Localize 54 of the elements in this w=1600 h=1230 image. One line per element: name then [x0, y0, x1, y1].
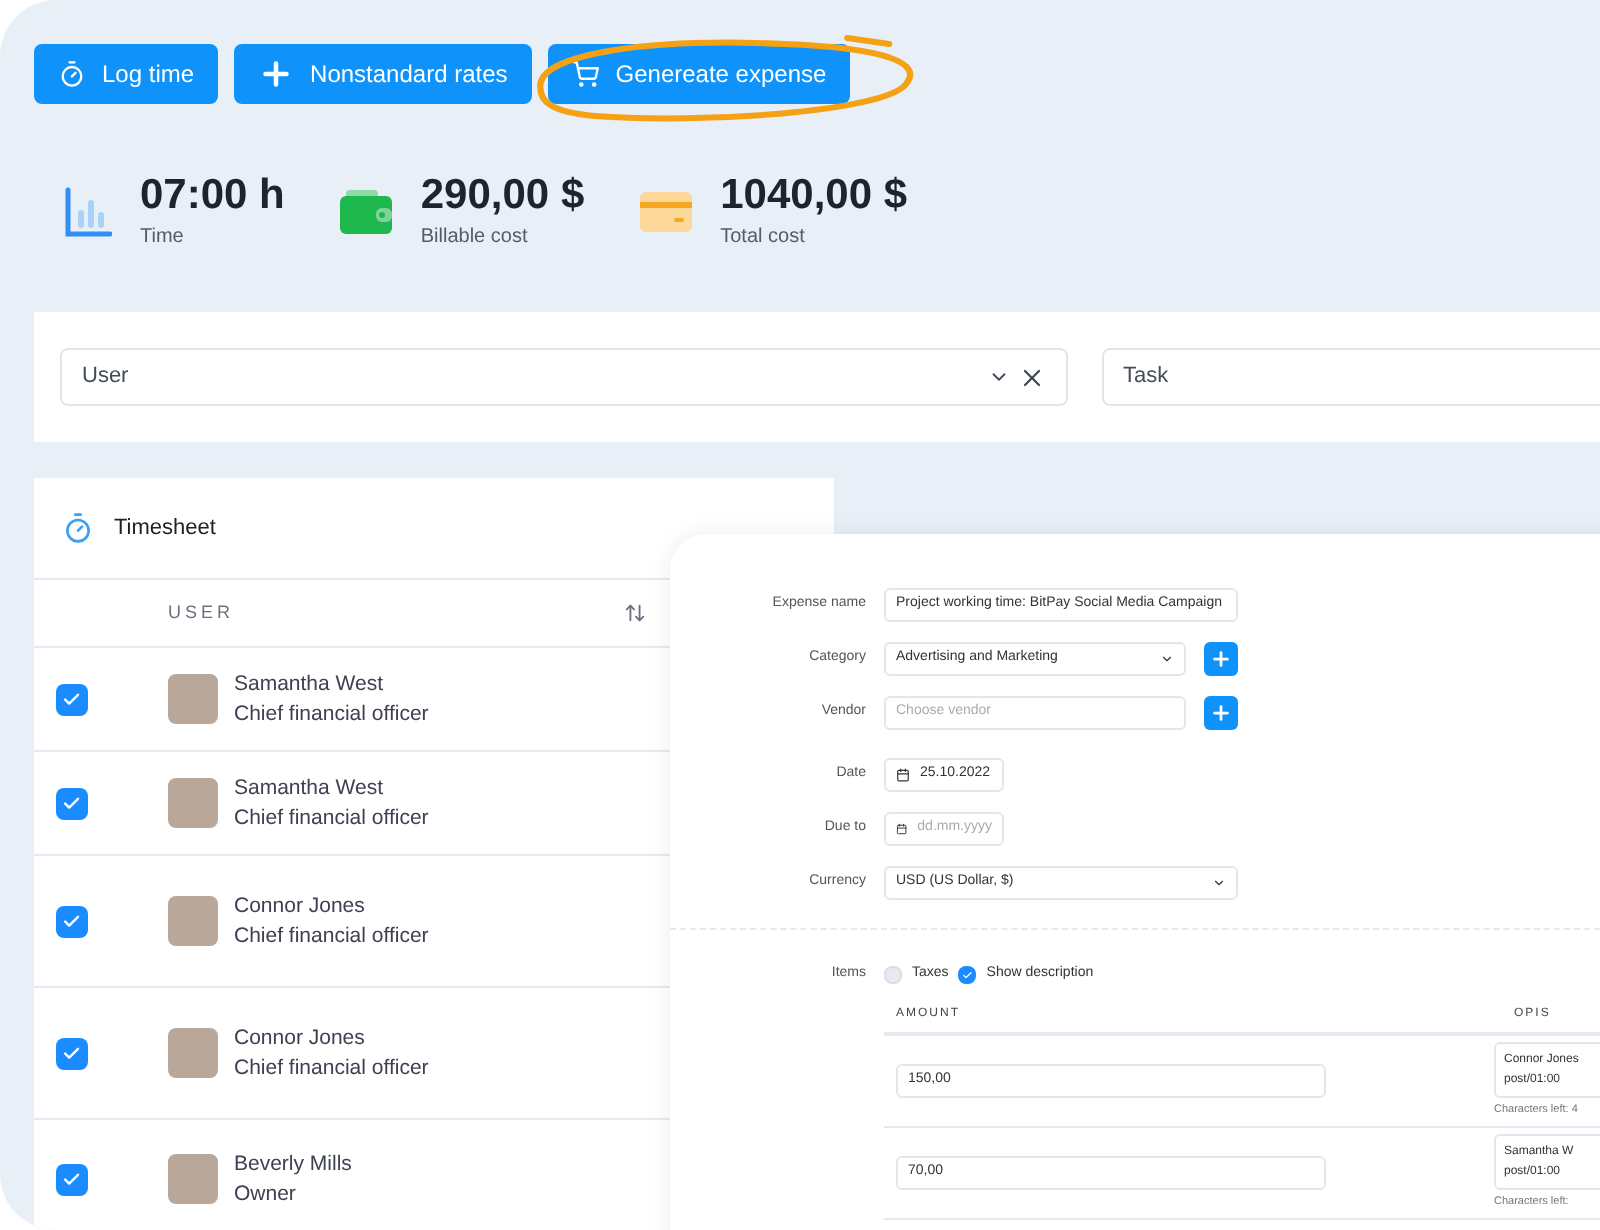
check-icon	[962, 969, 973, 980]
user-role: Chief financial officer	[234, 699, 429, 729]
user-name: Connor Jones	[234, 1023, 367, 1053]
add-button[interactable]	[1204, 642, 1238, 676]
stat-value: 07:00 h	[140, 170, 285, 222]
checkbox[interactable]	[56, 787, 88, 819]
checkbox[interactable]	[56, 1037, 88, 1069]
user-role: Chief financial officer	[234, 921, 429, 951]
user-name: Connor Jones	[234, 891, 367, 921]
plus-icon	[258, 56, 295, 92]
user-role: Chief financial officer	[234, 1053, 429, 1083]
stat-value: 1040,00 $	[720, 170, 908, 222]
checkbox[interactable]	[958, 965, 977, 984]
cart-icon	[571, 60, 600, 88]
add-button[interactable]	[1204, 696, 1238, 730]
avatar-placeholder	[168, 1028, 218, 1078]
filter-select[interactable]: User	[60, 348, 1067, 406]
calendar-icon	[896, 822, 908, 836]
user-role: Owner	[234, 1179, 298, 1209]
check-icon	[62, 689, 82, 709]
filter-select[interactable]: Task	[1101, 348, 1600, 406]
plus-icon	[1210, 702, 1232, 724]
avatar-placeholder	[168, 674, 218, 724]
stopwatch-icon	[58, 60, 86, 88]
wallet-icon	[340, 189, 393, 233]
checkbox[interactable]	[56, 905, 88, 937]
chevron-icon	[1160, 652, 1174, 666]
avatar-placeholder	[168, 1154, 218, 1204]
check-icon	[62, 1169, 82, 1189]
stat-value: 290,00 $	[420, 170, 585, 222]
column-header: USER	[168, 599, 237, 626]
check-icon	[62, 1043, 82, 1063]
avatar-placeholder	[168, 896, 218, 946]
calendar-icon	[896, 768, 910, 782]
stat-label: Total cost	[720, 224, 807, 252]
avatar-placeholder	[168, 778, 218, 828]
chevron-icon	[1212, 876, 1226, 890]
check-icon	[62, 911, 82, 931]
credit-card-icon	[640, 191, 693, 231]
stat-label: Time	[140, 224, 186, 252]
user-role: Chief financial officer	[234, 803, 429, 833]
checkbox[interactable]	[884, 965, 902, 984]
sort-icon[interactable]	[624, 602, 646, 624]
user-name: Samantha West	[234, 773, 386, 803]
user-name: Samantha West	[234, 669, 386, 699]
user-name: Beverly Mills	[234, 1149, 352, 1179]
plus-icon	[1210, 648, 1232, 670]
stat-label: Billable cost	[420, 224, 530, 252]
stopwatch-icon	[62, 512, 94, 544]
checkbox[interactable]	[56, 1163, 88, 1195]
bar-chart-icon	[64, 185, 112, 237]
timesheet-title: Timesheet	[114, 513, 216, 544]
check-icon	[62, 793, 82, 813]
checkbox[interactable]	[56, 683, 88, 715]
